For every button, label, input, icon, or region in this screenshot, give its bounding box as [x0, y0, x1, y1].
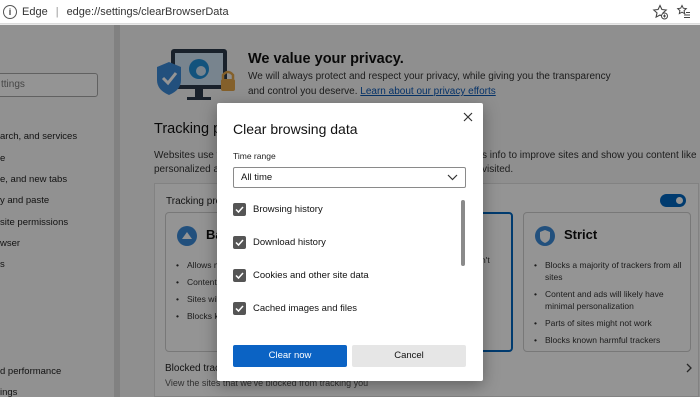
- clear-now-button[interactable]: Clear now: [233, 345, 347, 367]
- time-range-value: All time: [241, 172, 273, 183]
- browser-brand: Edge: [22, 5, 48, 18]
- url-field[interactable]: edge://settings/clearBrowserData: [67, 6, 229, 18]
- chevron-down-icon: [447, 173, 458, 184]
- cancel-button[interactable]: Cancel: [352, 345, 466, 367]
- dialog-scrollbar[interactable]: [461, 200, 465, 266]
- option-label: Browsing history: [253, 203, 323, 215]
- option-label: Cookies and other site data: [253, 269, 369, 281]
- checkbox-checked[interactable]: [233, 202, 246, 216]
- option-cookies[interactable]: Cookies and other site data: [233, 267, 369, 283]
- address-separator: |: [55, 5, 59, 18]
- close-icon[interactable]: [461, 110, 475, 124]
- time-range-select[interactable]: All time: [233, 167, 466, 188]
- favorite-star-icon[interactable]: [652, 4, 668, 20]
- url-path: settings/clearBrowserData: [100, 5, 229, 18]
- option-cached-images[interactable]: Cached images and files: [233, 300, 357, 316]
- favorites-collections-icon[interactable]: [676, 4, 692, 20]
- checkbox-checked[interactable]: [233, 268, 246, 282]
- dialog-title: Clear browsing data: [233, 121, 358, 137]
- site-info-icon[interactable]: i: [3, 4, 17, 19]
- url-prefix: edge://: [66, 5, 101, 18]
- checkbox-checked[interactable]: [233, 301, 246, 315]
- option-browsing-history[interactable]: Browsing history: [233, 201, 323, 217]
- time-range-label: Time range: [233, 151, 276, 161]
- option-label: Download history: [253, 236, 326, 248]
- clear-browsing-data-dialog: Clear browsing data Time range All time …: [217, 103, 483, 381]
- option-label: Cached images and files: [253, 302, 358, 314]
- checkbox-checked[interactable]: [233, 235, 246, 249]
- option-download-history[interactable]: Download history: [233, 234, 326, 250]
- address-bar: i Edge | edge://settings/clearBrowserDat…: [0, 0, 700, 24]
